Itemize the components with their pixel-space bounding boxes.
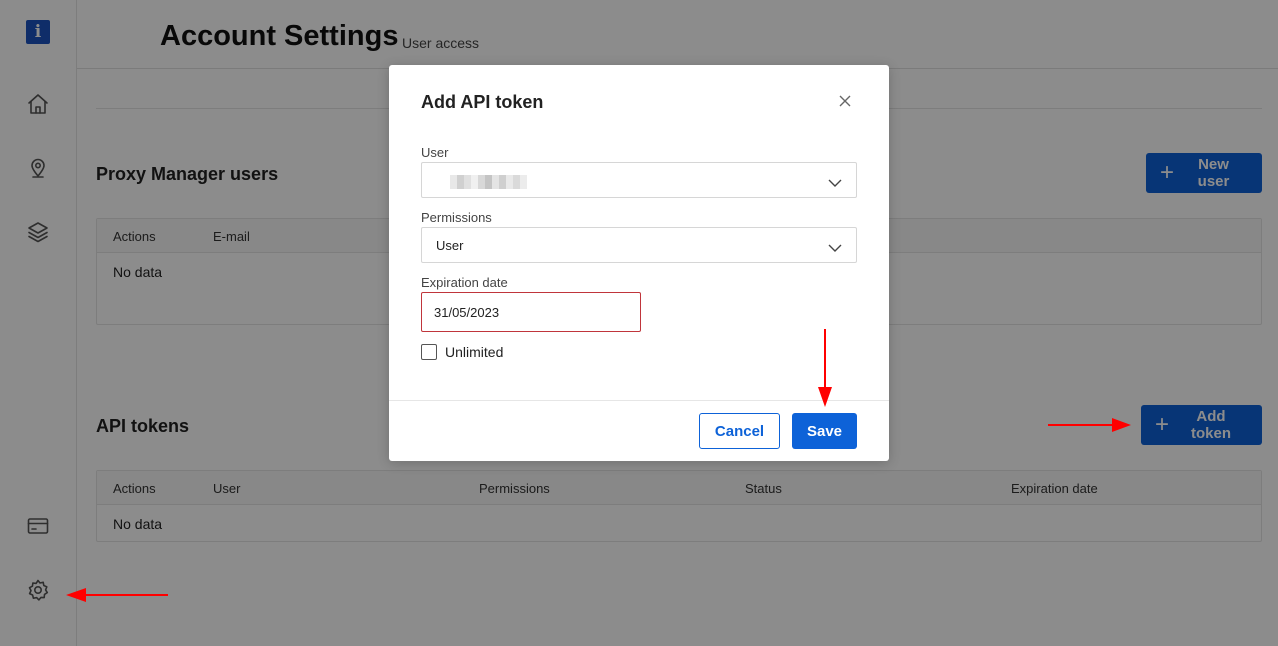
expiration-field-label: Expiration date [421, 275, 508, 290]
cancel-button[interactable]: Cancel [699, 413, 780, 449]
redacted-user-value [450, 175, 527, 189]
dialog-footer-divider [389, 400, 889, 401]
unlimited-label: Unlimited [445, 344, 504, 360]
save-button[interactable]: Save [792, 413, 857, 449]
unlimited-checkbox-row[interactable]: Unlimited [421, 344, 503, 360]
permissions-value: User [436, 238, 464, 253]
dialog-title: Add API token [421, 92, 544, 112]
add-api-token-dialog: Add API token User Permissions User Expi… [389, 65, 889, 461]
permissions-field-label: Permissions [421, 210, 492, 225]
close-icon[interactable] [836, 92, 854, 110]
chevron-down-icon [828, 240, 842, 252]
unlimited-checkbox[interactable] [421, 344, 437, 360]
user-field-label: User [421, 145, 449, 160]
permissions-select[interactable]: User [421, 227, 857, 263]
expiration-date-input[interactable] [421, 292, 641, 332]
user-select[interactable] [421, 162, 857, 198]
chevron-down-icon [828, 175, 842, 187]
